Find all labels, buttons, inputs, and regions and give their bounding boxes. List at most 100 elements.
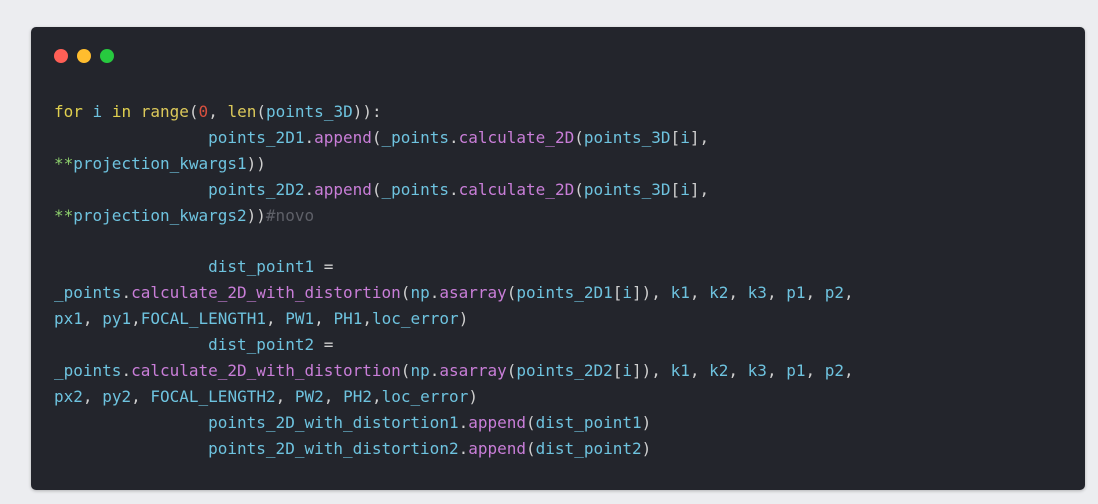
code-token-punctuation: ) (468, 386, 478, 406)
code-token-punctuation: : (371, 102, 382, 121)
code-token-punctuation: ( (371, 127, 382, 147)
code-token-punctuation: , (82, 309, 93, 329)
code-window: for i in range(0, len(points_3D)): point… (31, 27, 1085, 490)
code-token-punctuation: , (131, 309, 141, 329)
code-token-punctuation: , (131, 386, 141, 406)
code-token-identifier: points_3D (266, 102, 353, 121)
code-token-identifier: px1 (54, 309, 83, 329)
code-token-builtin: range (140, 102, 189, 121)
code-token-identifier: points_2D1 (516, 283, 613, 303)
code-token-identifier: loc_error (371, 309, 459, 329)
close-dot-icon[interactable] (54, 49, 68, 63)
code-token-identifier: PH1 (333, 309, 363, 329)
code-token-punctuation: ( (506, 360, 517, 380)
code-token-punctuation: [ (670, 179, 681, 199)
code-token-punctuation: ( (400, 283, 411, 303)
code-token-punctuation: , (371, 386, 382, 406)
code-line: **projection_kwargs2))#novo (54, 203, 854, 229)
code-token-identifier: PW2 (294, 386, 324, 406)
code-token-identifier: dist_point1 (535, 412, 642, 432)
code-line: _points.calculate_2D_with_distortion(np.… (54, 280, 854, 306)
code-token-punctuation: ], (689, 179, 710, 199)
code-token-identifier: k3 (747, 283, 767, 303)
code-token-identifier: p1 (786, 360, 806, 380)
code-token-method: append (314, 179, 372, 199)
code-token-identifier: FOCAL_LENGTH1 (140, 309, 266, 329)
code-token-identifier: k1 (670, 283, 690, 303)
code-token-punctuation: . (121, 360, 132, 380)
code-token-punctuation: ( (526, 438, 536, 458)
code-token-identifier: p1 (786, 283, 806, 303)
code-token-method: asarray (439, 360, 507, 380)
code-token-punctuation: [ (612, 360, 623, 380)
code-token-identifier: FOCAL_LENGTH2 (150, 386, 276, 406)
code-token-method: calculate_2D_with_distortion (131, 283, 401, 303)
code-token-method: append (468, 412, 527, 432)
code-token-identifier: projection_kwargs1 (73, 153, 247, 173)
code-token-identifier: np (410, 360, 430, 380)
code-token-identifier: PH2 (343, 386, 372, 406)
code-token-identifier: i (92, 102, 103, 121)
code-token-punctuation: ( (400, 360, 411, 380)
code-token-punctuation: , (362, 309, 372, 329)
code-line: points_2D_with_distortion1.append(dist_p… (54, 410, 854, 436)
code-line: _points.calculate_2D_with_distortion(np.… (54, 358, 854, 384)
code-token-punctuation: ) (641, 412, 652, 432)
code-line: px2, py2, FOCAL_LENGTH2, PW2, PH2,loc_er… (54, 384, 854, 410)
code-token-punctuation: . (429, 283, 440, 303)
code-token-identifier: i (680, 127, 690, 147)
code-token-identifier: i (622, 283, 633, 303)
code-line: for i in range(0, len(points_3D)): (54, 99, 854, 125)
code-token-punctuation: ( (188, 102, 199, 121)
code-token-identifier: py1 (102, 309, 132, 329)
code-line: px1, py1,FOCAL_LENGTH1, PW1, PH1,loc_err… (54, 306, 854, 332)
code-token-punctuation: . (304, 179, 315, 199)
code-token-punctuation: , (766, 360, 777, 380)
code-token-identifier: p2 (824, 360, 845, 380)
code-token-punctuation: , (265, 309, 276, 329)
code-token-punctuation: ], (689, 127, 710, 147)
code-token-punctuation: ]), (632, 283, 661, 303)
code-token-identifier: PW1 (285, 309, 315, 329)
code-token-identifier: dist_point1 (208, 257, 315, 277)
code-token-identifier: points_2D2 (208, 179, 305, 199)
code-token-punctuation: , (208, 102, 218, 121)
code-token-punctuation: ) (641, 438, 652, 458)
code-token-identifier: dist_point2 (535, 438, 642, 458)
code-line: **projection_kwargs1)) (54, 151, 854, 177)
code-token-method: append (468, 438, 527, 458)
code-token-punctuation: )) (246, 205, 266, 225)
code-token-identifier: p2 (824, 283, 845, 303)
minimize-dot-icon[interactable] (77, 49, 91, 63)
code-token-punctuation: , (323, 386, 334, 406)
code-token-punctuation: . (121, 283, 132, 303)
code-token-punctuation: . (448, 127, 459, 147)
code-token-method: append (314, 127, 372, 147)
zoom-dot-icon[interactable] (100, 49, 114, 63)
code-token-identifier: np (410, 283, 430, 303)
code-token-identifier: k3 (747, 360, 767, 380)
code-token-identifier: k2 (709, 360, 729, 380)
code-token-identifier: dist_point2 (208, 335, 315, 355)
code-token-identifier: points_2D2 (516, 360, 613, 380)
code-token-punctuation: ( (371, 179, 382, 199)
code-token-punctuation: . (304, 127, 315, 147)
code-token-punctuation: . (448, 179, 459, 199)
